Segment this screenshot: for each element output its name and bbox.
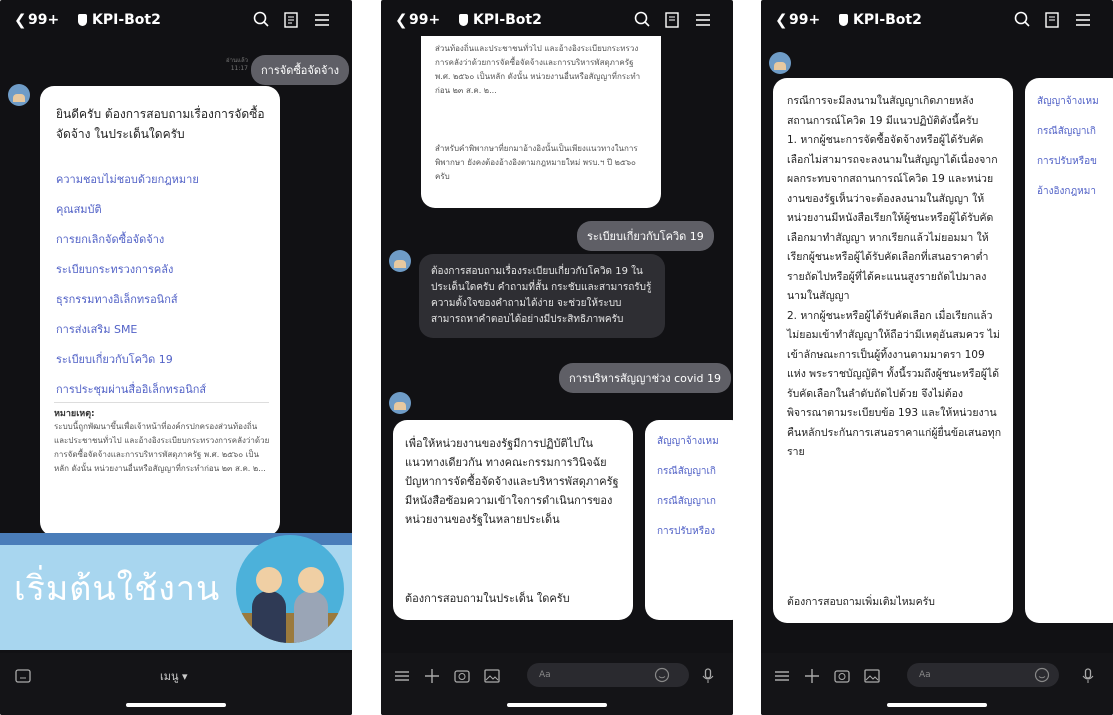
input-bar: Aa bbox=[761, 653, 1113, 715]
search-icon[interactable] bbox=[252, 10, 272, 30]
link-covid[interactable]: ระเบียบเกี่ยวกับโควิด 19 bbox=[56, 350, 271, 380]
bot-reply-card: กรณีการจะมีลงนามในสัญญาเกิดภายหลังสถานกา… bbox=[773, 78, 1013, 623]
link-legality[interactable]: ความชอบไม่ชอบด้วยกฎหมาย bbox=[56, 170, 271, 200]
link-e-transaction[interactable]: ธุรกรรมทางอิเล็กทรอนิกส์ bbox=[56, 290, 271, 320]
phone-screen-1: ❮ 99+ KPI-Bot2 อ่านแล้ว 11:17 การจัดซื้อ… bbox=[0, 0, 352, 715]
plus-icon[interactable] bbox=[423, 667, 441, 685]
side-links: สัญญาจ้างเหม กรณีสัญญาเกิ กรณีสัญญาเก กา… bbox=[657, 434, 733, 554]
notes-icon[interactable] bbox=[1042, 10, 1062, 30]
notes-icon[interactable] bbox=[281, 10, 301, 30]
shield-icon bbox=[839, 14, 848, 26]
chevron-left-icon[interactable]: ❮ bbox=[775, 11, 788, 29]
home-indicator bbox=[126, 703, 226, 707]
menu-icon[interactable] bbox=[693, 10, 713, 30]
note-title: หมายเหตุ: bbox=[54, 409, 95, 419]
unread-count[interactable]: 99+ bbox=[28, 12, 59, 28]
shield-icon bbox=[459, 14, 468, 26]
read-timestamp: อ่านแล้ว 11:17 bbox=[226, 57, 248, 72]
link-qualification[interactable]: คุณสมบัติ bbox=[56, 200, 271, 230]
camera-icon[interactable] bbox=[833, 667, 851, 685]
outgoing-message: การบริหารสัญญาช่วง covid 19 bbox=[559, 363, 731, 393]
mascot-image bbox=[236, 535, 344, 643]
bot-avatar[interactable] bbox=[769, 52, 791, 74]
search-icon[interactable] bbox=[633, 10, 653, 30]
chat-title: KPI-Bot2 bbox=[853, 12, 922, 28]
note-text: ส่วนท้องถิ่นและประชาชนทั่วไป และอ้างอิงร… bbox=[435, 44, 641, 95]
chevron-left-icon[interactable]: ❮ bbox=[395, 11, 408, 29]
outgoing-message: การจัดซื้อจัดจ้าง bbox=[251, 55, 349, 85]
start-banner[interactable]: เริ่มต้นใช้งาน bbox=[0, 533, 352, 650]
notes-icon[interactable] bbox=[662, 10, 682, 30]
bot-avatar[interactable] bbox=[8, 84, 30, 106]
side-carousel-card[interactable]: สัญญาจ้างเหม กรณีสัญญาเกิ กรณีสัญญาเก กา… bbox=[645, 420, 733, 620]
microphone-icon[interactable] bbox=[1079, 667, 1097, 685]
link-cancel-procurement[interactable]: การยกเลิกจัดซื้อจัดจ้าง bbox=[56, 230, 271, 260]
keyboard-icon[interactable] bbox=[14, 667, 32, 685]
home-indicator bbox=[887, 703, 987, 707]
link-side-0[interactable]: สัญญาจ้างเหม bbox=[1037, 94, 1113, 124]
bot-reply-card: ส่วนท้องถิ่นและประชาชนทั่วไป และอ้างอิงร… bbox=[421, 36, 661, 208]
side-links: สัญญาจ้างเหม กรณีสัญญาเกิ การปรับหรือข อ… bbox=[1037, 94, 1113, 214]
plus-icon[interactable] bbox=[803, 667, 821, 685]
link-side-2[interactable]: กรณีสัญญาเก bbox=[657, 494, 733, 524]
card-question: ต้องการสอบถามเพิ่มเติมไหมครับ bbox=[787, 596, 935, 608]
phone-screen-3: ❮ 99+ KPI-Bot2 กรณีการจะมีลงนามในสัญญาเก… bbox=[761, 0, 1113, 715]
shield-icon bbox=[78, 14, 87, 26]
link-side-0[interactable]: สัญญาจ้างเหม bbox=[657, 434, 733, 464]
chat-title: KPI-Bot2 bbox=[92, 12, 161, 28]
chat-title: KPI-Bot2 bbox=[473, 12, 542, 28]
link-side-3[interactable]: การปรับหรือง bbox=[657, 524, 733, 554]
emoji-icon[interactable] bbox=[1033, 666, 1051, 684]
greeting-text: ยินดีครับ ต้องการสอบถามเรื่องการจัดซื้อจ… bbox=[56, 107, 265, 141]
microphone-icon[interactable] bbox=[699, 667, 717, 685]
link-side-1[interactable]: กรณีสัญญาเกิ bbox=[657, 464, 733, 494]
menu-icon[interactable] bbox=[312, 10, 332, 30]
camera-icon[interactable] bbox=[453, 667, 471, 685]
bot-reply-card: ยินดีครับ ต้องการสอบถามเรื่องการจัดซื้อจ… bbox=[40, 86, 280, 536]
unread-count[interactable]: 99+ bbox=[409, 12, 440, 28]
link-side-2[interactable]: การปรับหรือข bbox=[1037, 154, 1113, 184]
note-text: ระบบนี้ถูกพัฒนาขึ้นเพื่อเจ้าหน้าที่องค์ก… bbox=[54, 422, 270, 473]
side-carousel-card[interactable]: สัญญาจ้างเหม กรณีสัญญาเกิ การปรับหรือข อ… bbox=[1025, 78, 1113, 623]
bot-reply-card: เพื่อให้หน่วยงานของรัฐมีการปฏิบัติไปในแน… bbox=[393, 420, 633, 620]
chat-header: ❮ 99+ KPI-Bot2 bbox=[0, 0, 352, 44]
menu-icon[interactable] bbox=[773, 667, 791, 685]
topic-links: ความชอบไม่ชอบด้วยกฎหมาย คุณสมบัติ การยกเ… bbox=[56, 170, 271, 410]
card-text: เพื่อให้หน่วยงานของรัฐมีการปฏิบัติไปในแน… bbox=[405, 437, 619, 526]
image-icon[interactable] bbox=[483, 667, 501, 685]
chevron-left-icon[interactable]: ❮ bbox=[14, 11, 27, 29]
link-side-3[interactable]: อ้างอิงกฎหมา bbox=[1037, 184, 1113, 214]
home-indicator bbox=[507, 703, 607, 707]
emoji-icon[interactable] bbox=[653, 666, 671, 684]
link-side-1[interactable]: กรณีสัญญาเกิ bbox=[1037, 124, 1113, 154]
outgoing-message: ระเบียบเกี่ยวกับโควิด 19 bbox=[577, 221, 714, 251]
menu-bar: เมนู ▾ bbox=[0, 653, 352, 715]
link-finance-regulation[interactable]: ระเบียบกระทรวงการคลัง bbox=[56, 260, 271, 290]
bot-avatar[interactable] bbox=[389, 392, 411, 414]
input-bar: Aa bbox=[381, 653, 733, 715]
menu-icon[interactable] bbox=[1073, 10, 1093, 30]
menu-icon[interactable] bbox=[393, 667, 411, 685]
bot-message: ต้องการสอบถามเรื่องระเบียบเกี่ยวกับโควิด… bbox=[419, 254, 665, 338]
phone-screen-2: ❮ 99+ KPI-Bot2 ส่วนท้องถิ่นและประชาชนทั่… bbox=[381, 0, 733, 715]
unread-count[interactable]: 99+ bbox=[789, 12, 820, 28]
start-label: เริ่มต้นใช้งาน bbox=[14, 569, 221, 609]
menu-toggle[interactable]: เมนู ▾ bbox=[160, 667, 188, 685]
image-icon[interactable] bbox=[863, 667, 881, 685]
bot-avatar[interactable] bbox=[389, 250, 411, 272]
judgment-note: สำหรับคำพิพากษาที่ยกมาอ้างอิงนั้นเป็นเพี… bbox=[435, 144, 638, 181]
card-text: กรณีการจะมีลงนามในสัญญาเกิดภายหลังสถานกา… bbox=[787, 95, 1002, 458]
chat-header: ❮ 99+ KPI-Bot2 bbox=[761, 0, 1113, 44]
search-icon[interactable] bbox=[1013, 10, 1033, 30]
link-sme[interactable]: การส่งเสริม SME bbox=[56, 320, 271, 350]
card-question: ต้องการสอบถามในประเด็น ใดครับ bbox=[405, 592, 570, 605]
